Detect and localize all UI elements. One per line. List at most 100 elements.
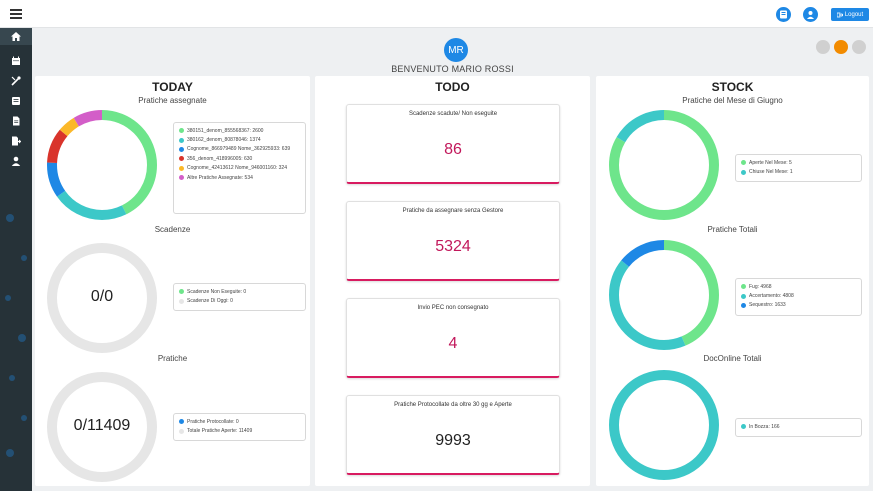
sidebar-item-export[interactable]: [11, 133, 22, 146]
file-icon: [13, 116, 20, 126]
deadlines-title: Scadenze: [154, 225, 191, 234]
totals-donut-chart[interactable]: [607, 238, 721, 352]
practices-center-value: 0/11409: [73, 417, 131, 434]
card-value: 86: [444, 141, 462, 158]
docs-legend: In Bozza: 166: [735, 418, 862, 437]
logout-label: Logout: [844, 11, 864, 18]
legend-label: 380151_denom_855568367: 2600: [187, 127, 264, 134]
legend-dot: [179, 137, 184, 143]
logout-button[interactable]: Logout: [831, 8, 869, 21]
legend-item[interactable]: 356_denom_418996005: 630: [179, 154, 300, 163]
month-title: Pratiche del Mese di Giugno: [682, 96, 783, 105]
stock-title: STOCK: [711, 80, 754, 94]
legend-item[interactable]: Cognome_866979489 Nome_362925933: 639: [179, 145, 300, 154]
legend-dot: [741, 284, 746, 290]
practices-legend: Pratiche Protocollate: 0 Totale Pratiche…: [173, 413, 306, 441]
legend-item[interactable]: 380151_denom_855568367: 2600: [179, 126, 300, 135]
totals-legend: Fug: 4968 Accertamento: 4808 Sequestro: 16…: [735, 278, 862, 316]
legend-item[interactable]: Pratiche Protocollate: 0: [179, 417, 300, 426]
sidebar-item-tools[interactable]: [11, 73, 21, 86]
legend-dot: [179, 428, 184, 434]
legend-item[interactable]: Aperte Nel Mese: 5: [741, 158, 856, 167]
legend-item[interactable]: 380162_denom_80878046: 1374: [179, 135, 300, 144]
stock-panel: STOCK Pratiche del Mese di Giugno Aperte…: [596, 76, 869, 486]
legend-item[interactable]: Sequestro: 1633: [741, 301, 856, 310]
sidebar-item-home[interactable]: [0, 28, 32, 45]
card-title: Pratiche Protocollate da oltre 30 gg e A…: [394, 402, 512, 408]
menu-icon[interactable]: [10, 9, 22, 19]
donut-segment[interactable]: [609, 370, 719, 480]
legend-label: In Bozza: 166: [749, 423, 780, 430]
legend-item[interactable]: In Bozza: 166: [741, 422, 856, 431]
card-value: 9993: [435, 432, 471, 449]
legend-dot: [179, 165, 184, 171]
legend-dot: [741, 169, 746, 175]
legend-dot: [741, 160, 746, 166]
legend-dot: [179, 289, 184, 295]
legend-dot: [179, 419, 184, 425]
decorative-pattern: [5, 214, 27, 457]
legend-dot: [741, 302, 746, 308]
document-icon[interactable]: [776, 7, 791, 22]
legend-dot: [741, 293, 746, 299]
legend-label: Cognome_866979489 Nome_362925933: 639: [187, 146, 291, 153]
calendar-icon: [12, 56, 20, 65]
badge-icon[interactable]: [816, 40, 830, 54]
assigned-donut-chart[interactable]: [45, 108, 159, 222]
welcome-text: BENVENUTO MARIO ROSSI: [391, 64, 514, 74]
legend-label: Cognome_42413612 Nome_946001160: 324: [187, 165, 287, 172]
totals-title: Pratiche Totali: [707, 225, 758, 234]
legend-dot: [179, 298, 184, 304]
legend-label: Accertamento: 4808: [749, 293, 794, 300]
legend-dot: [741, 424, 746, 430]
sidebar-item-calendar[interactable]: [11, 53, 21, 65]
legend-label: Scadenze Non Eseguite: 0: [187, 288, 247, 295]
user-icon: [11, 156, 21, 166]
today-panel: TODAY Pratiche assegnate 380151_denom_85…: [35, 76, 310, 486]
profile-icon[interactable]: [852, 40, 866, 54]
deadlines-center-value: 0/0: [90, 288, 114, 305]
todo-card-unassigned-practices[interactable]: Pratiche da assegnare senza Gestore 5324: [346, 201, 560, 281]
legend-label: Pratiche Protocollate: 0: [187, 418, 239, 425]
legend-label: Chiuse Nel Mese: 1: [749, 169, 793, 176]
docs-donut-chart[interactable]: [607, 368, 721, 482]
today-title: TODAY: [152, 80, 193, 94]
assigned-legend: 380151_denom_855568367: 2600 380162_denom…: [173, 122, 306, 214]
legend-label: Fug: 4968: [749, 283, 772, 290]
legend-item[interactable]: Scadenze Di Oggi: 0: [179, 296, 300, 305]
legend-label: 380162_denom_80878046: 1374: [187, 137, 261, 144]
list-icon: [12, 97, 20, 105]
user-icon[interactable]: [803, 7, 818, 22]
legend-item[interactable]: Accertamento: 4808: [741, 291, 856, 300]
todo-card-old-open-practices[interactable]: Pratiche Protocollate da oltre 30 gg e A…: [346, 395, 560, 475]
sidebar-item-list[interactable]: [11, 93, 21, 105]
card-title: Pratiche da assegnare senza Gestore: [402, 208, 504, 214]
legend-label: Sequestro: 1633: [749, 302, 786, 309]
month-donut-chart[interactable]: [607, 108, 721, 222]
legend-item[interactable]: Cognome_42413612 Nome_946001160: 324: [179, 164, 300, 173]
sidebar-item-documents[interactable]: [11, 113, 21, 126]
sidebar: [0, 28, 32, 491]
legend-dot: [179, 146, 184, 152]
legend-dot: [179, 175, 184, 181]
legend-item[interactable]: Fug: 4968: [741, 282, 856, 291]
sidebar-item-users[interactable]: [11, 153, 21, 166]
todo-panel: TODO Scadenze scadute/ Non eseguite 86 P…: [315, 76, 590, 486]
todo-title: TODO: [435, 80, 470, 94]
accessibility-icon[interactable]: [834, 40, 848, 54]
legend-item[interactable]: Totale Pratiche Aperte: 11409: [179, 426, 300, 435]
legend-item[interactable]: Chiuse Nel Mese: 1: [741, 167, 856, 176]
legend-label: Aperte Nel Mese: 5: [749, 159, 792, 166]
legend-item[interactable]: Altre Pratiche Assegnate: 534: [179, 173, 300, 182]
legend-dot: [179, 128, 184, 134]
card-value: 4: [448, 335, 458, 352]
todo-card-expired-deadlines[interactable]: Scadenze scadute/ Non eseguite 86: [346, 104, 560, 184]
todo-card-pec-not-delivered[interactable]: Invio PEC non consegnato 4: [346, 298, 560, 378]
legend-label: 356_denom_418996005: 630: [187, 155, 253, 162]
assigned-title: Pratiche assegnate: [138, 96, 207, 105]
legend-item[interactable]: Scadenze Non Eseguite: 0: [179, 287, 300, 296]
legend-label: Totale Pratiche Aperte: 11409: [187, 428, 253, 435]
legend-label: Altre Pratiche Assegnate: 534: [187, 174, 253, 181]
card-title: Invio PEC non consegnato: [417, 305, 489, 311]
avatar[interactable]: MR: [444, 38, 468, 62]
